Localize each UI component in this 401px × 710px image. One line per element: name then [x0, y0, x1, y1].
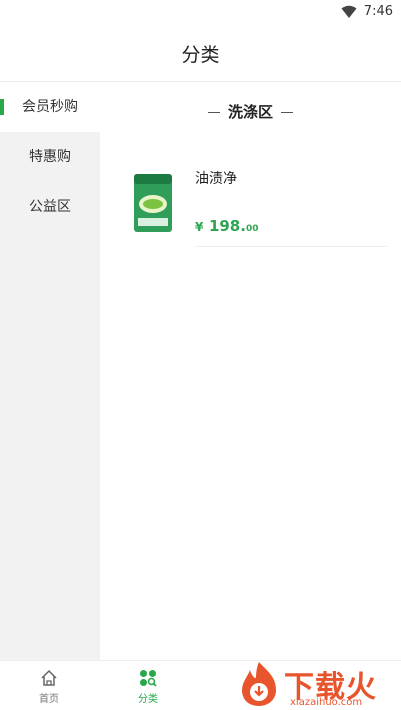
section-header: 洗涤区: [100, 101, 401, 122]
category-icon: [140, 670, 157, 687]
product-price: ¥ 198.00: [195, 216, 258, 235]
sidebar-item-label: 会员秒购: [22, 99, 78, 115]
sidebar-item-label: 公益区: [29, 199, 71, 215]
page-title: 分类: [181, 44, 220, 66]
home-icon: [41, 669, 57, 686]
product-image: [134, 174, 172, 232]
status-time: 7:46: [363, 4, 393, 19]
tab-home[interactable]: 首页: [9, 661, 89, 710]
divider: [195, 246, 387, 247]
price-decimal: 00: [245, 224, 259, 234]
status-bar: 7:46: [0, 0, 401, 24]
product-name: 油渍净: [195, 171, 237, 187]
sidebar-item-label: 特惠购: [29, 149, 71, 165]
price-integer: 198.: [208, 217, 246, 235]
watermark-url: xiazaihuo.com: [290, 697, 363, 708]
watermark-logo: 下载火 xiazaihuo.com: [234, 658, 401, 710]
dash-left: [207, 112, 220, 113]
flame-logo-icon: [242, 662, 276, 706]
sidebar-item-member-flash[interactable]: 会员秒购: [0, 82, 100, 132]
tab-label: 分类: [138, 694, 158, 705]
sidebar-item-charity[interactable]: 公益区: [0, 182, 100, 232]
active-indicator: [0, 99, 4, 115]
price-currency: ¥: [195, 220, 204, 234]
product-item[interactable]: 油渍净 ¥ 198.00: [100, 162, 401, 248]
dash-right: [281, 112, 293, 113]
section-title: 洗涤区: [227, 103, 273, 121]
tab-label: 首页: [39, 694, 59, 705]
main-content: 洗涤区 油渍净 ¥ 198.00: [100, 82, 401, 660]
wifi-icon: [341, 5, 357, 18]
title-bar: 分类: [0, 24, 401, 82]
category-sidebar: 会员秒购 特惠购 公益区: [0, 82, 100, 660]
tab-category[interactable]: 分类: [108, 661, 188, 710]
sidebar-item-discount[interactable]: 特惠购: [0, 132, 100, 182]
